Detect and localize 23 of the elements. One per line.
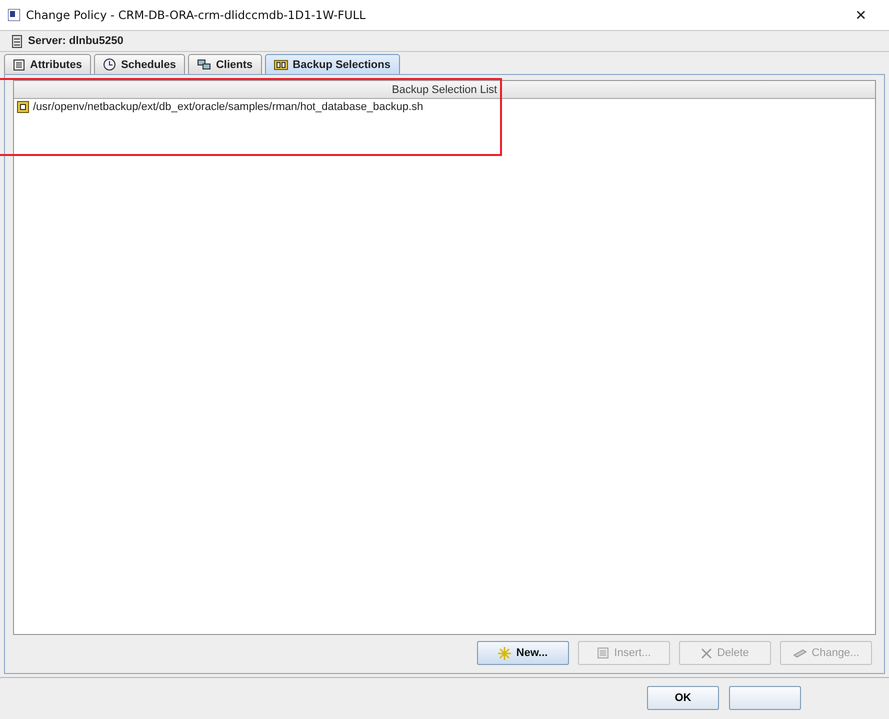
column-header: Backup Selection List (14, 81, 875, 99)
script-file-icon (17, 101, 29, 113)
pencil-icon (792, 648, 807, 658)
dialog-button[interactable] (729, 686, 801, 710)
window-title: Change Policy - CRM-DB-ORA-crm-dlidccmdb-1D1-1W-FULL (26, 8, 367, 22)
tab[interactable]: Clients (188, 54, 262, 74)
action-button[interactable]: New... (477, 641, 569, 665)
files-icon (274, 58, 288, 70)
tab[interactable]: Backup Selections (264, 54, 400, 74)
clock-icon (102, 58, 116, 71)
cross-icon (701, 648, 712, 658)
tab[interactable]: Schedules (94, 54, 185, 74)
server-icon (12, 34, 22, 48)
document-icon (597, 647, 610, 659)
app-icon (8, 9, 20, 21)
server-label: Server: dlnbu5250 (28, 35, 124, 47)
ok-button[interactable]: OK (647, 686, 719, 710)
tab[interactable]: Attributes (4, 54, 91, 74)
sparkle-icon (498, 646, 512, 660)
sheet-icon (13, 58, 25, 70)
list-item[interactable]: /usr/openv/netbackup/ext/db_ext/oracle/samples/rman/hot_database_backup.sh (33, 101, 424, 113)
computers-icon (196, 58, 211, 70)
close-button[interactable]: ✕ (841, 6, 881, 24)
